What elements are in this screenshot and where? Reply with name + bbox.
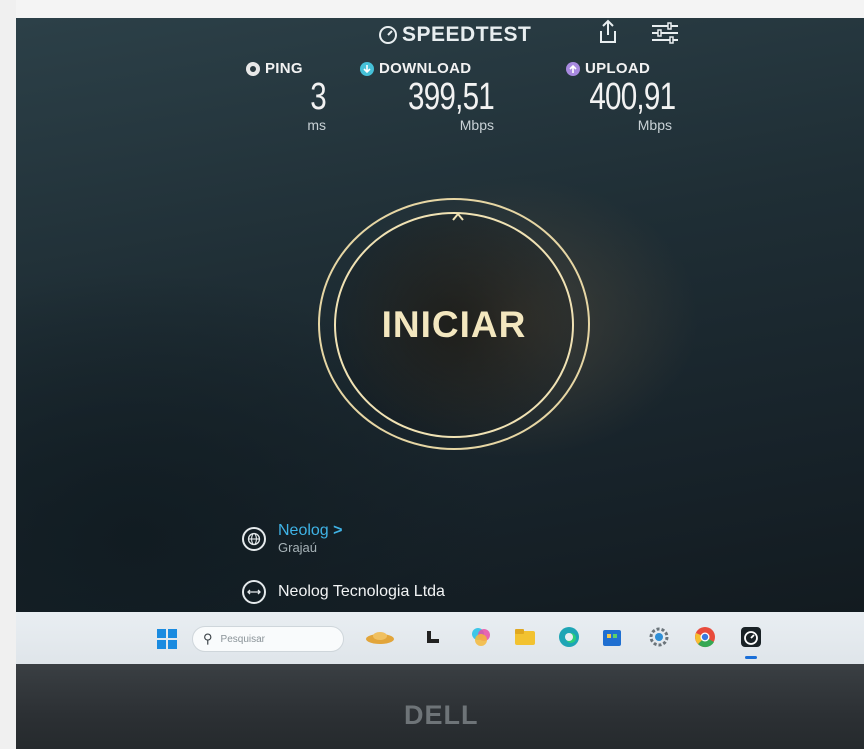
start-test-button[interactable]: INICIAR [334,212,574,438]
search-placeholder: Pesquisar [220,633,265,645]
ring-marker-icon [452,212,464,221]
chevron-right-icon: > [333,522,343,539]
photo-top-edge [0,0,864,18]
connection-icon [242,580,266,604]
ping-metric: PING 3 ms [246,60,327,133]
server-name-link[interactable]: Neolog [278,522,329,539]
microsoft-store-icon[interactable] [602,627,622,647]
dell-logo: DELL [404,700,479,730]
ping-label: PING [265,60,303,77]
speedtest-app-taskbar-icon[interactable] [740,626,762,648]
upload-unit: Mbps [637,117,672,133]
settings-sliders-icon[interactable] [650,22,680,44]
chrome-browser-icon[interactable] [694,626,716,648]
edge-browser-icon[interactable] [558,626,580,648]
ping-value: 3 [310,76,326,118]
globe-icon [242,526,266,551]
upload-value: 400,91 [589,76,676,118]
weather-widget-icon[interactable] [364,628,396,648]
upload-arrow-icon [566,61,580,76]
brand-name: SPEEDTEST [402,23,532,46]
photo-left-edge [0,0,16,749]
taskbar-search-input[interactable]: ⚲ Pesquisar [192,626,344,652]
download-value: 399,51 [408,76,495,118]
file-explorer-icon[interactable] [514,628,536,646]
ping-icon [246,61,260,76]
active-app-indicator [745,656,757,659]
server-selector[interactable]: Neolog > Grajaú [242,522,343,555]
start-button-label: INICIAR [381,304,527,345]
download-metric: DOWNLOAD 399,51 Mbps [360,60,495,133]
download-unit: Mbps [459,117,494,133]
isp-info: Neolog Tecnologia Ltda [242,580,445,604]
windows-taskbar: ⚲ Pesquisar [16,612,864,664]
download-label: DOWNLOAD [379,60,472,77]
app-header: SPEEDTEST [378,22,531,48]
settings-gear-icon[interactable] [648,626,670,648]
task-view-icon[interactable] [424,628,442,646]
share-icon[interactable] [596,18,620,46]
download-arrow-icon [360,61,374,76]
isp-name: Neolog Tecnologia Ltda [278,583,445,600]
windows-start-icon[interactable] [156,628,178,650]
upload-label: UPLOAD [585,60,651,77]
ping-unit: ms [307,117,326,133]
upload-metric: UPLOAD 400,91 Mbps [566,60,676,133]
gauge-icon [379,26,397,44]
copilot-icon[interactable] [470,626,492,648]
speedtest-logo: SPEEDTEST [378,23,531,47]
search-icon: ⚲ [203,631,213,646]
server-location: Grajaú [278,540,318,555]
